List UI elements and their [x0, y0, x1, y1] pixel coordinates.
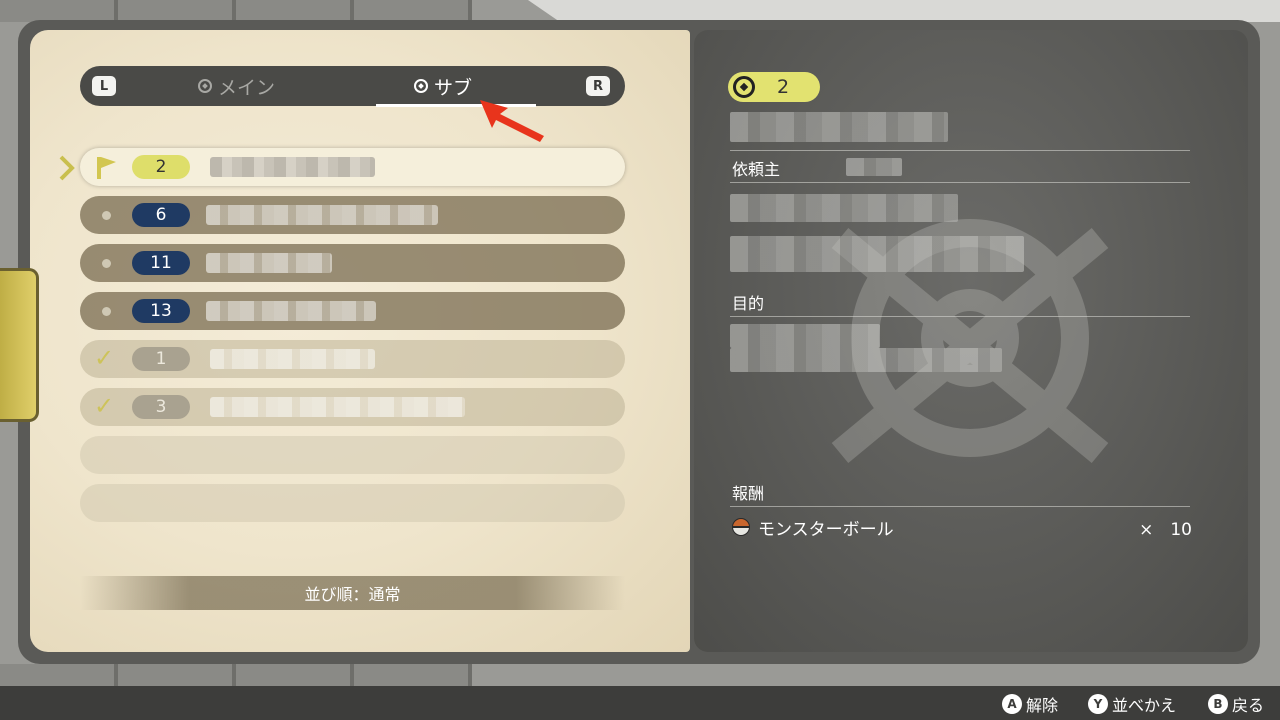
a-button-icon: A: [1002, 694, 1022, 714]
tab-sub-label: サブ: [434, 76, 473, 99]
side-tab[interactable]: [0, 268, 39, 422]
quest-number-badge: 3: [132, 395, 190, 419]
quest-title-redacted: [210, 157, 375, 177]
y-button-icon: Y: [1088, 694, 1108, 714]
flag-icon: [97, 157, 116, 179]
r-button-icon[interactable]: R: [586, 76, 610, 96]
empty-quest-slot: [80, 484, 625, 522]
objective-redacted: [730, 324, 880, 348]
tab-main-label: メイン: [218, 76, 276, 99]
divider: [730, 150, 1190, 151]
poke-ball-icon: [732, 518, 750, 536]
hint-label: 戻る: [1232, 696, 1265, 715]
quest-title-redacted: [210, 397, 465, 417]
quest-number-badge: 11: [132, 251, 190, 275]
sort-order-label: 並び順：通常: [80, 576, 625, 610]
tab-main[interactable]: メイン: [198, 66, 275, 106]
client-name-redacted: [846, 158, 902, 176]
quest-title-redacted: [206, 253, 332, 273]
top-decor: [528, 0, 1280, 22]
quest-row[interactable]: 11: [80, 244, 625, 282]
top-tile-strip: [0, 0, 472, 22]
description-redacted: [730, 236, 1024, 272]
quest-number-badge: 6: [132, 203, 190, 227]
sub-quest-icon: [414, 79, 428, 93]
divider: [730, 316, 1190, 317]
empty-quest-slot: [80, 436, 625, 474]
quest-title-redacted: [730, 112, 948, 142]
client-label: 依頼主: [732, 160, 781, 179]
quest-row[interactable]: 13: [80, 292, 625, 330]
quest-number-badge: 13: [132, 299, 190, 323]
main-quest-icon: [198, 79, 212, 93]
divider: [730, 506, 1190, 507]
quest-number-badge: 2: [132, 155, 190, 179]
quest-title-redacted: [206, 301, 376, 321]
hint-label: 解除: [1026, 696, 1059, 715]
hint-release[interactable]: A 解除: [1002, 692, 1058, 716]
quest-number-badge: 1: [132, 347, 190, 371]
checkmark-icon: ✓: [94, 344, 115, 372]
reward-row: モンスターボール × 10: [732, 514, 1192, 540]
reward-quantity: × 10: [1139, 520, 1192, 540]
checkmark-icon: ✓: [94, 392, 115, 420]
hint-back[interactable]: B 戻る: [1208, 692, 1264, 716]
quest-row-completed[interactable]: ✓ 3: [80, 388, 625, 426]
quest-row-selected[interactable]: 2: [80, 148, 625, 186]
unread-dot-icon: [102, 307, 111, 316]
tab-sub[interactable]: サブ: [414, 66, 472, 106]
bottom-tile-strip: [0, 664, 472, 686]
b-button-icon: B: [1208, 694, 1228, 714]
quest-id-number: 2: [777, 76, 790, 98]
hint-sort[interactable]: Y 並べかえ: [1088, 692, 1176, 716]
unread-dot-icon: [102, 211, 111, 220]
objective-label: 目的: [732, 294, 765, 313]
objective-redacted: [730, 348, 1002, 372]
quest-id-badge: 2: [728, 72, 820, 102]
divider: [730, 182, 1190, 183]
reward-item-name: モンスターボール: [758, 520, 894, 540]
annotation-arrow-icon: [480, 100, 544, 142]
control-hint-bar: A 解除 Y 並べかえ B 戻る: [0, 686, 1280, 720]
selection-cursor-icon: [59, 155, 75, 181]
reward-label: 報酬: [732, 484, 765, 503]
hint-label: 並べかえ: [1112, 696, 1177, 715]
quest-row-completed[interactable]: ✓ 1: [80, 340, 625, 378]
l-button-icon[interactable]: L: [92, 76, 116, 96]
quest-title-redacted: [210, 349, 375, 369]
description-redacted: [730, 194, 958, 222]
quest-row[interactable]: 6: [80, 196, 625, 234]
unread-dot-icon: [102, 259, 111, 268]
quest-title-redacted: [206, 205, 438, 225]
sub-quest-icon: [733, 76, 755, 98]
